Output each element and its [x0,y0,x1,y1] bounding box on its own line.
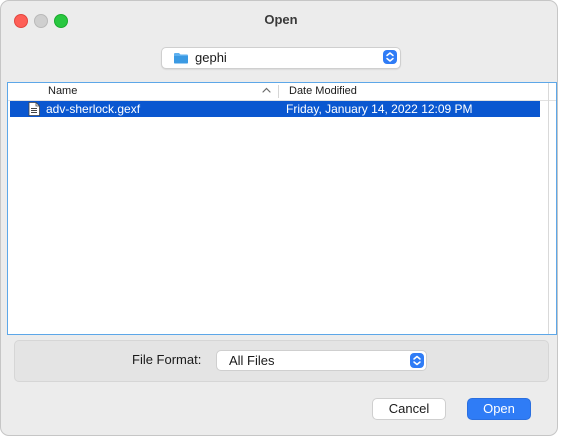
window-title: Open [264,12,298,27]
folder-location-popup[interactable]: gephi [161,47,401,69]
column-header-name[interactable]: Name [48,85,77,97]
chevron-up-icon[interactable] [262,87,271,93]
pane-divider[interactable] [548,83,549,334]
up-down-arrows-icon [410,353,424,368]
column-header-date-modified[interactable]: Date Modified [289,85,357,97]
file-format-value: All Files [229,353,275,368]
file-date-modified: Friday, January 14, 2022 12:09 PM [286,102,473,116]
column-header-row: Name Date Modified [8,83,556,101]
open-dialog: Open gephi Name Date Modified adv-sherlo… [0,0,558,436]
document-icon [28,102,40,116]
open-button[interactable]: Open [467,398,531,420]
title-bar: Open [1,1,557,37]
file-format-select[interactable]: All Files [216,350,427,371]
cancel-button[interactable]: Cancel [372,398,446,420]
file-row[interactable]: adv-sherlock.gexf Friday, January 14, 20… [10,101,540,117]
file-name: adv-sherlock.gexf [46,102,141,116]
column-divider[interactable] [278,85,279,98]
file-browser-list[interactable]: Name Date Modified adv-sherlock.gexf Fri… [7,82,557,335]
folder-icon [174,53,188,64]
file-format-panel: File Format: All Files [14,340,549,382]
folder-name-label: gephi [195,50,227,65]
file-format-label: File Format: [132,352,202,367]
up-down-arrows-icon [383,50,397,64]
